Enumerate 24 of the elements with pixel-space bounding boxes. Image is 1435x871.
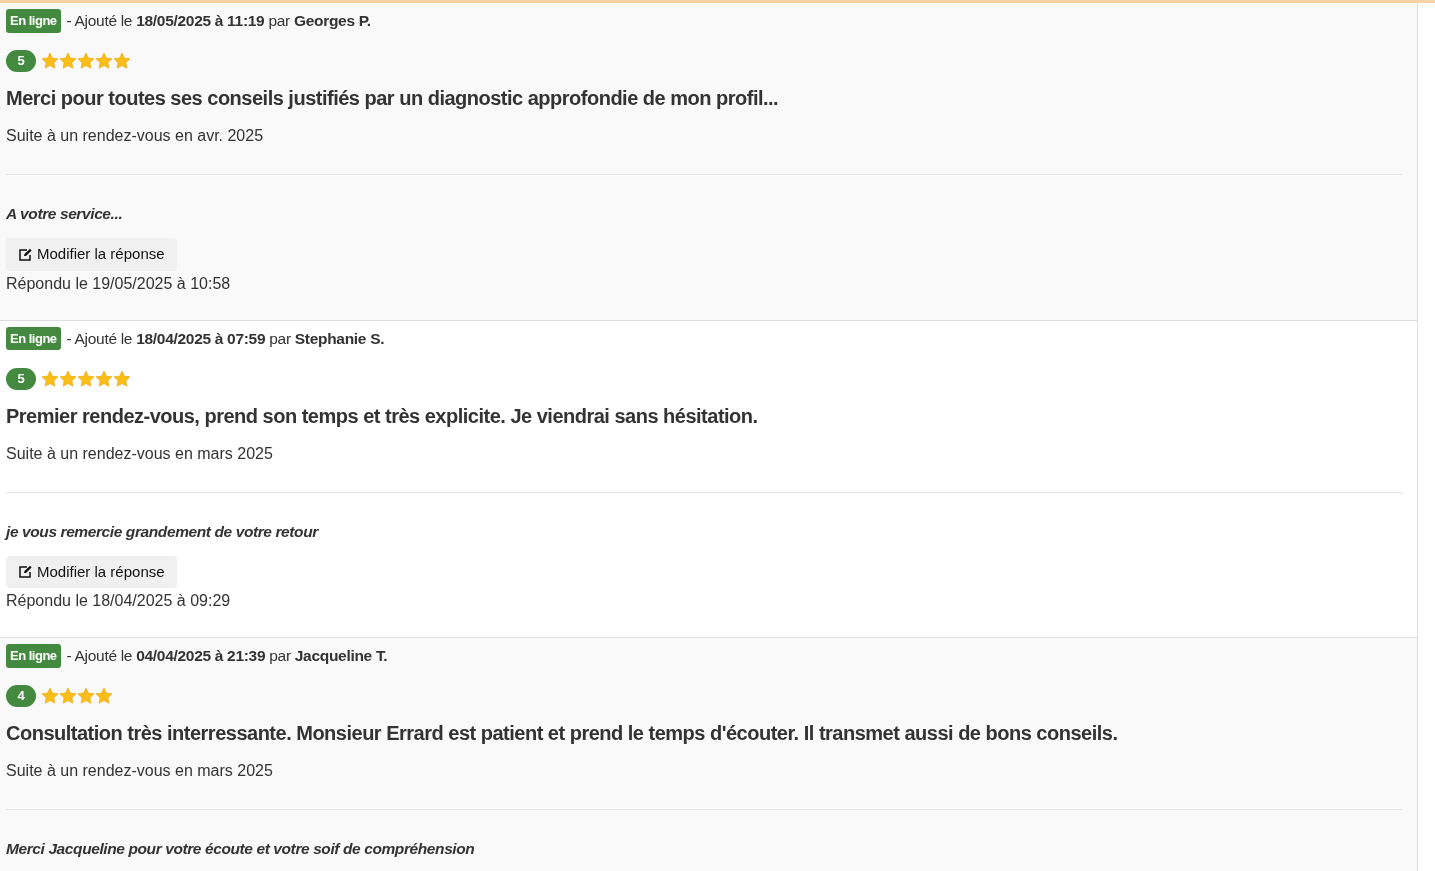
- review-meta: - Ajouté le 18/05/2025 à 11:19 par Georges P.: [66, 11, 371, 32]
- reply-date: Répondu le 18/04/2025 à 09:29: [6, 591, 232, 611]
- reply-text: Merci Jacqueline pour votre écoute et votre soif de compréhension: [6, 839, 476, 859]
- review-context: Suite à un rendez-vous en mars 2025: [6, 761, 274, 781]
- edit-reply-button[interactable]: Modifier la réponse: [6, 238, 177, 271]
- review-title: Merci pour toutes ses conseils justifiés par un diagnostic approfondie de mon profil...: [6, 86, 780, 111]
- edit-reply-button[interactable]: Modifier la réponse: [6, 555, 177, 588]
- rating-badge: 5: [6, 50, 36, 72]
- status-badge: En ligne: [6, 9, 61, 33]
- review-context: Suite à un rendez-vous en avr. 2025: [6, 126, 265, 146]
- review-context: Suite à un rendez-vous en mars 2025: [6, 443, 274, 464]
- status-badge: En ligne: [6, 326, 61, 351]
- reply-date: Répondu le 19/05/2025 à 10:58: [6, 273, 232, 294]
- review-title: Premier rendez-vous, prend son temps et très explicite. Je viendrai sans hésitation.: [6, 403, 759, 429]
- reply-text: A votre service...: [6, 204, 124, 224]
- status-badge: En ligne: [6, 644, 61, 668]
- reply-text: je vous remercie grandement de votre retour: [6, 521, 320, 542]
- edit-icon: [18, 565, 33, 579]
- edit-icon: [18, 247, 33, 261]
- review-meta: - Ajouté le 04/04/2025 à 21:39 par Jacqueline T.: [66, 646, 388, 667]
- rating-badge: 5: [6, 367, 36, 390]
- review-title: Consultation très interressante. Monsieur Errard est patient et prend le temps d'écouter. Il transmet aussi de bons conseils.: [6, 721, 1119, 746]
- rating-badge: 4: [6, 685, 36, 707]
- review-meta: - Ajouté le 18/04/2025 à 07:59 par Stephanie S.: [66, 328, 385, 349]
